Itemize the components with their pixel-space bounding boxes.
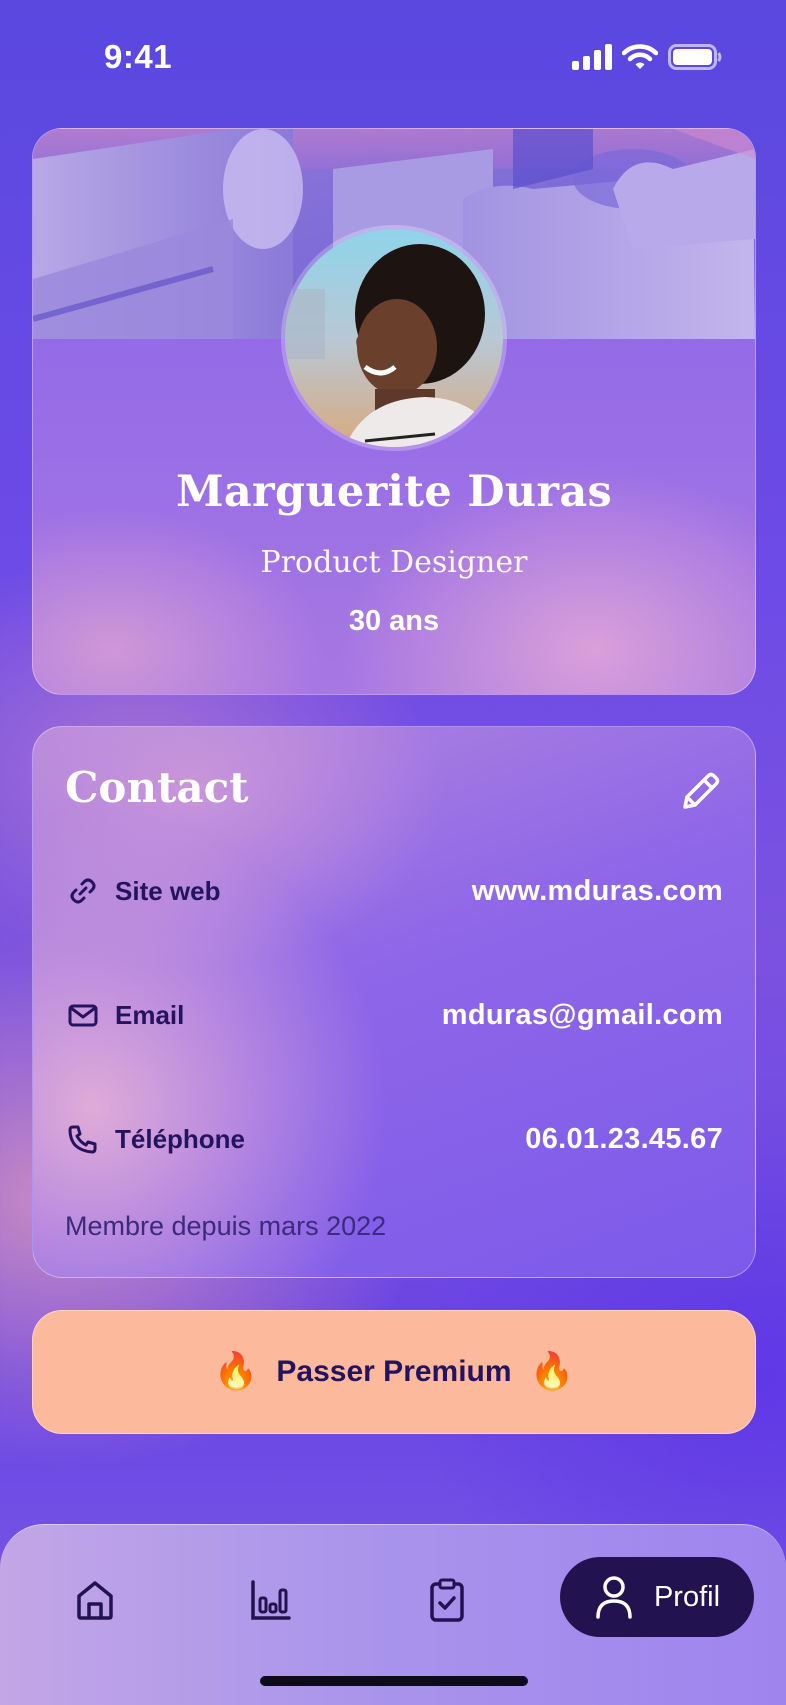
fire-icon: 🔥 — [213, 1351, 259, 1392]
contact-value-email[interactable]: mduras@gmail.com — [442, 999, 723, 1032]
tab-tasks[interactable] — [412, 1565, 482, 1635]
home-indicator[interactable] — [260, 1676, 528, 1686]
contact-label-email: Email — [115, 999, 185, 1030]
chart-icon — [251, 1580, 291, 1620]
profile-age: 30 ans — [348, 605, 440, 637]
tab-stats[interactable] — [236, 1565, 306, 1635]
home-icon — [77, 1581, 113, 1620]
mail-icon — [65, 997, 101, 1033]
contact-value-phone[interactable]: 06.01.23.45.67 — [525, 1123, 723, 1156]
tab-profile-label: Profil — [653, 1580, 721, 1613]
contact-card: Contact Site web www.mduras.com Email md… — [32, 726, 756, 1278]
avatar[interactable] — [281, 225, 507, 451]
contact-row-phone[interactable]: Téléphone 06.01.23.45.67 — [65, 1119, 723, 1159]
tab-profile[interactable]: Profil — [560, 1557, 754, 1637]
profile-card: Marguerite Duras Product Designer 30 ans — [32, 128, 756, 695]
contact-title: Contact — [65, 763, 249, 812]
status-time: 9:41 — [104, 38, 173, 75]
user-icon — [596, 1576, 632, 1619]
contact-row-email[interactable]: Email mduras@gmail.com — [65, 995, 723, 1035]
member-since: Membre depuis mars 2022 — [65, 1211, 387, 1241]
pencil-icon — [683, 772, 720, 809]
status-icons — [572, 44, 722, 70]
go-premium-label: Passer Premium — [276, 1355, 512, 1388]
signal-icon — [572, 44, 612, 70]
fire-icon: 🔥 — [529, 1351, 575, 1392]
contact-value-website[interactable]: www.mduras.com — [472, 875, 723, 908]
profile-role: Product Designer — [260, 545, 528, 580]
go-premium-button[interactable]: 🔥 Passer Premium 🔥 — [32, 1310, 756, 1434]
link-icon — [65, 873, 101, 909]
status-bar: 9:41 — [0, 0, 786, 118]
clipboard-check-icon — [430, 1578, 464, 1622]
edit-contact-button[interactable] — [675, 767, 725, 817]
contact-label-website: Site web — [115, 875, 221, 906]
battery-icon — [668, 44, 722, 70]
contact-label-phone: Téléphone — [115, 1123, 246, 1154]
contact-row-website[interactable]: Site web www.mduras.com — [65, 871, 723, 911]
profile-name: Marguerite Duras — [175, 467, 613, 517]
tab-home[interactable] — [60, 1565, 130, 1635]
phone-icon — [65, 1121, 101, 1157]
wifi-icon — [622, 44, 658, 69]
